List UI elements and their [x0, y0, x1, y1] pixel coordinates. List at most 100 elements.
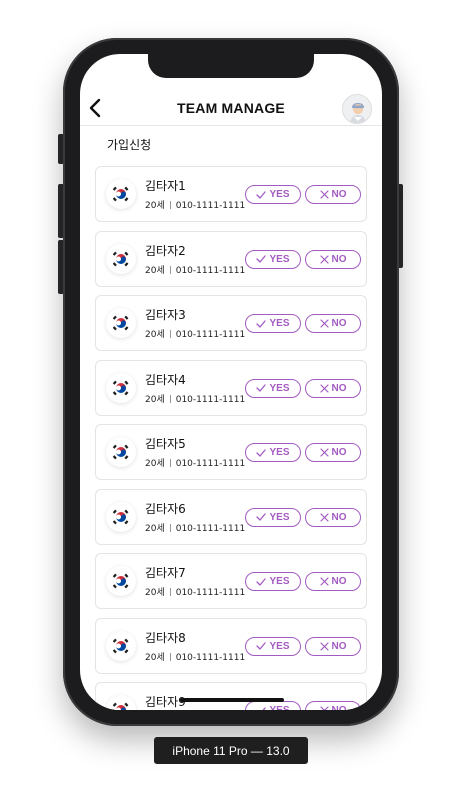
approve-label: YES: [269, 253, 290, 265]
close-icon: [319, 577, 329, 586]
member-phone: 010-1111-1111: [175, 652, 246, 663]
member-info: 20세 010-1111-1111: [145, 650, 245, 663]
meta-divider: [169, 265, 171, 274]
approve-label: YES: [269, 511, 290, 523]
member-name: 김타자5: [145, 437, 186, 451]
member-info: 20세 010-1111-1111: [145, 327, 245, 340]
device-label: iPhone 11 Pro — 13.0: [154, 737, 308, 764]
member-request-card: 김타자920세010-1111-1111YESNO: [95, 682, 367, 710]
reject-label: NO: [331, 253, 347, 265]
meta-divider: [169, 459, 171, 467]
member-info: 20세 010-1111-1111: [145, 456, 245, 469]
approve-label: YES: [269, 382, 290, 394]
reject-label: NO: [331, 447, 347, 458]
member-age: 20세: [145, 201, 165, 211]
profile-avatar-button[interactable]: [342, 94, 372, 124]
check-icon: [256, 577, 267, 586]
approve-button[interactable]: YES: [245, 378, 301, 398]
reject-button[interactable]: NO: [305, 443, 361, 462]
check-icon: [256, 384, 267, 392]
korea-flag-icon: [106, 372, 136, 403]
member-phone: 010-1111-1111: [175, 201, 246, 211]
member-info: 20세 010-1111-1111: [145, 198, 245, 211]
meta-divider: [169, 652, 171, 661]
member-request-card: 김타자8 20세 010-1111-1111 YES NO: [95, 617, 367, 674]
check-icon: [256, 319, 267, 328]
member-age: 20세: [145, 588, 165, 598]
member-name: 김타자9: [145, 695, 186, 709]
member-name: 김타자1: [145, 179, 186, 193]
reject-button[interactable]: NO: [305, 378, 361, 398]
check-icon: [256, 448, 267, 457]
member-phone: 010-1111-1111: [175, 265, 246, 276]
korea-flag-icon: [106, 566, 136, 596]
member-phone: 010-1111-1111: [175, 330, 246, 340]
korea-flag-icon: [106, 243, 136, 274]
member-request-card: 김타자7 20세 010-1111-1111 YES NO: [95, 553, 367, 609]
member-phone: 010-1111-1111: [175, 459, 246, 469]
member-name: 김타자6: [145, 501, 186, 516]
korea-flag-icon: [106, 308, 136, 338]
member-request-card: 김타자1 20세 010-1111-1111 YES NO: [95, 166, 367, 222]
reject-button[interactable]: NO: [305, 314, 361, 333]
reject-button[interactable]: NO: [305, 701, 361, 710]
meta-divider: [169, 523, 171, 532]
approve-label: YES: [269, 640, 290, 652]
member-age: 20세: [145, 652, 165, 663]
section-title-join-requests: 가입신청: [107, 138, 152, 152]
page-title: TEAM MANAGE: [177, 100, 285, 116]
member-name: 김타자8: [145, 630, 186, 645]
home-indicator: [180, 698, 284, 702]
reject-button[interactable]: NO: [305, 636, 361, 656]
approve-label: YES: [269, 189, 290, 200]
member-request-card: 김타자3 20세 010-1111-1111 YES NO: [95, 295, 367, 351]
phone-notch: [148, 54, 314, 78]
approve-button[interactable]: YES: [245, 443, 301, 462]
approve-label: YES: [269, 447, 290, 458]
member-info: 20세 010-1111-1111: [145, 263, 245, 276]
check-icon: [256, 642, 267, 650]
member-info: 20세 010-1111-1111: [145, 585, 245, 598]
member-info: 20세 010-1111-1111: [145, 392, 245, 405]
close-icon: [319, 512, 329, 522]
korea-flag-icon: [106, 695, 136, 710]
close-icon: [319, 383, 329, 393]
reject-button[interactable]: NO: [305, 507, 361, 527]
close-icon: [319, 319, 329, 328]
member-request-card: 김타자4 20세 010-1111-1111 YES NO: [95, 359, 367, 416]
reject-button[interactable]: NO: [305, 249, 361, 269]
close-icon: [319, 706, 329, 710]
approve-button[interactable]: YES: [245, 572, 301, 591]
member-phone: 010-1111-1111: [175, 523, 246, 534]
member-name: 김타자2: [145, 243, 186, 258]
member-age: 20세: [145, 265, 165, 276]
member-request-card: 김타자6 20세 010-1111-1111 YES NO: [95, 488, 367, 545]
member-request-card: 김타자2 20세 010-1111-1111 YES NO: [95, 230, 367, 287]
reject-button[interactable]: NO: [305, 572, 361, 591]
member-age: 20세: [145, 459, 165, 469]
reject-label: NO: [331, 576, 347, 587]
approve-button[interactable]: YES: [245, 507, 301, 527]
member-info: 20세 010-1111-1111: [145, 521, 245, 534]
korea-flag-icon: [106, 501, 136, 532]
top-bar: TEAM MANAGE: [80, 92, 382, 126]
reject-button[interactable]: NO: [305, 185, 361, 204]
reject-label: NO: [331, 382, 347, 394]
check-icon: [256, 190, 267, 199]
approve-button[interactable]: YES: [245, 314, 301, 333]
user-avatar-icon: [343, 95, 371, 123]
reject-label: NO: [331, 318, 347, 329]
approve-button[interactable]: YES: [245, 636, 301, 656]
meta-divider: [169, 394, 171, 403]
korea-flag-icon: [106, 179, 136, 209]
approve-button[interactable]: YES: [245, 701, 301, 710]
approve-button[interactable]: YES: [245, 249, 301, 269]
member-request-card: 김타자5 20세 010-1111-1111 YES NO: [95, 424, 367, 480]
member-phone: 010-1111-1111: [175, 394, 246, 405]
member-age: 20세: [145, 523, 165, 534]
approve-label: YES: [269, 576, 290, 587]
close-icon: [319, 190, 329, 199]
check-icon: [256, 706, 267, 710]
approve-button[interactable]: YES: [245, 185, 301, 204]
reject-label: NO: [331, 511, 347, 523]
